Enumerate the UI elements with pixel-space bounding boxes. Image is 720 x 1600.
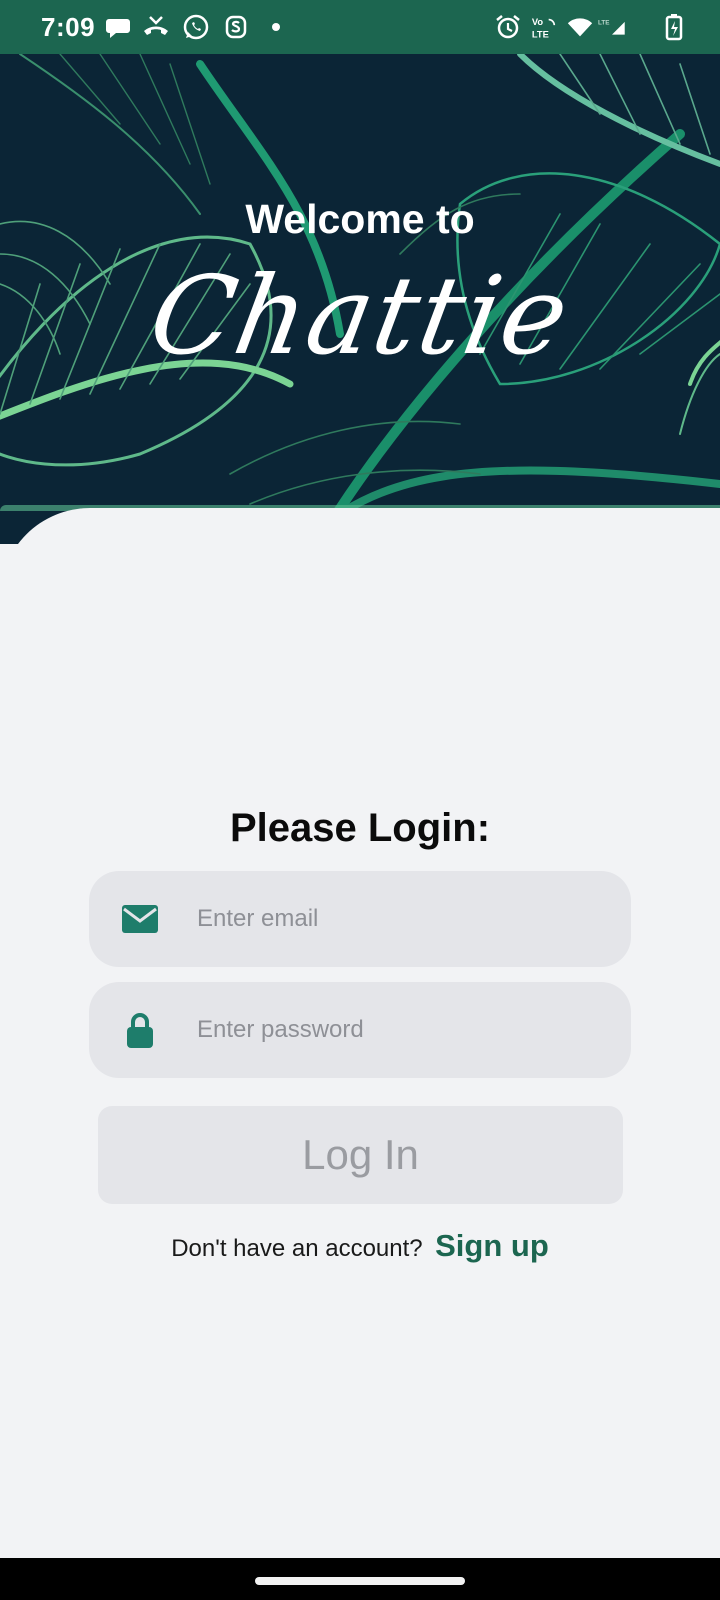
system-navigation-bar [0, 1558, 720, 1600]
login-screen: 7:09 Vo LTE LTE Welcome to Chattie Pleas… [0, 0, 720, 1600]
wifi-icon [566, 13, 596, 41]
home-gesture-handle[interactable] [255, 1577, 465, 1585]
svg-text:LTE: LTE [532, 29, 549, 39]
svg-text:LTE: LTE [598, 19, 610, 26]
svg-text:Vo: Vo [532, 17, 544, 27]
signup-prompt: Don't have an account? [171, 1235, 423, 1262]
email-input[interactable] [197, 871, 607, 967]
signup-link[interactable]: Sign up [435, 1228, 549, 1263]
missed-call-icon [142, 13, 170, 41]
password-field[interactable] [89, 982, 631, 1078]
lock-icon [121, 1012, 159, 1048]
login-title: Please Login: [229, 806, 491, 850]
signup-row: Don't have an account? Sign up [0, 1228, 720, 1264]
email-field[interactable] [89, 871, 631, 967]
mail-icon [121, 901, 159, 937]
login-button[interactable]: Log In [98, 1106, 623, 1204]
lte-signal-icon: LTE [598, 13, 642, 41]
chat-bubble-icon [104, 13, 132, 41]
header-banner: Welcome to Chattie [0, 54, 720, 544]
battery-charging-icon [660, 13, 683, 41]
whatsapp-icon [182, 13, 210, 41]
volte-icon: Vo LTE [530, 13, 560, 41]
status-bar: 7:09 Vo LTE LTE [0, 0, 720, 54]
alarm-icon [494, 13, 522, 41]
welcome-heading: Welcome to [245, 196, 475, 242]
dot-icon [262, 13, 290, 41]
app-brand-logo: Chattie [141, 254, 579, 379]
app-s-icon [222, 13, 250, 41]
password-input[interactable] [197, 982, 607, 1078]
status-time: 7:09 [41, 12, 96, 42]
